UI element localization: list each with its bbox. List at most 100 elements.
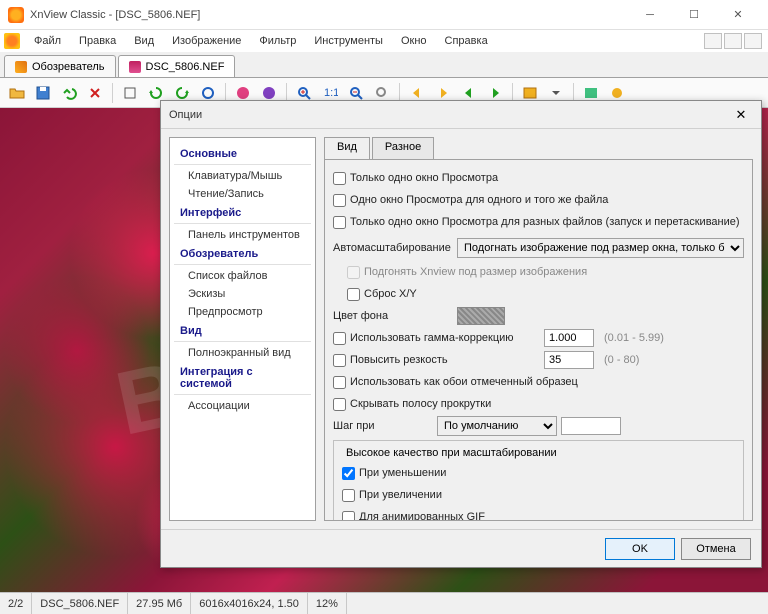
svg-text:1:1: 1:1	[324, 87, 338, 99]
chk-one-view-same[interactable]	[333, 194, 346, 207]
cat-preview[interactable]: Предпросмотр	[174, 303, 311, 321]
cancel-button[interactable]: Отмена	[681, 538, 751, 560]
minimize-button[interactable]: ─	[628, 1, 672, 29]
status-size: 27.95 Мб	[128, 593, 191, 614]
cat-filelist[interactable]: Список файлов	[174, 267, 311, 285]
menu-edit[interactable]: Правка	[71, 32, 124, 50]
mdi-restore-icon[interactable]	[724, 33, 742, 49]
chk-single-view[interactable]	[333, 172, 346, 185]
lbl-hq-down: При уменьшении	[359, 467, 446, 479]
tabbar: Обозреватель DSC_5806.NEF	[0, 52, 768, 78]
dialog-tabs: Вид Разное	[324, 137, 753, 159]
tab-misc[interactable]: Разное	[372, 137, 434, 159]
tab-file[interactable]: DSC_5806.NEF	[118, 55, 236, 77]
titlebar: XnView Classic - [DSC_5806.NEF] ─ ☐ ✕	[0, 0, 768, 30]
statusbar: 2/2 DSC_5806.NEF 27.95 Мб 6016x4016x24, …	[0, 592, 768, 614]
tab-browser[interactable]: Обозреватель	[4, 55, 116, 77]
lbl-autoscale: Автомасштабирование	[333, 242, 453, 254]
browser-icon	[15, 61, 27, 73]
cat-interface[interactable]: Интерфейс	[174, 203, 311, 224]
chk-hq-down[interactable]	[342, 467, 355, 480]
menubar: Файл Правка Вид Изображение Фильтр Инстр…	[0, 30, 768, 52]
chk-wallpaper[interactable]	[333, 376, 346, 389]
chk-hq-up[interactable]	[342, 489, 355, 502]
lbl-hq-gif: Для анимированных GIF	[359, 511, 485, 521]
ok-button[interactable]: OK	[605, 538, 675, 560]
category-list: Основные Клавиатура/Мышь Чтение/Запись И…	[169, 137, 316, 521]
hint-gamma: (0.01 - 5.99)	[604, 332, 664, 344]
close-button[interactable]: ✕	[716, 1, 760, 29]
menu-view[interactable]: Вид	[126, 32, 162, 50]
lbl-wallpaper: Использовать как обои отмеченный образец	[350, 376, 578, 388]
menu-file[interactable]: Файл	[26, 32, 69, 50]
maximize-button[interactable]: ☐	[672, 1, 716, 29]
mdi-close-icon[interactable]	[744, 33, 762, 49]
app-icon	[8, 7, 24, 23]
chk-single-view-diff[interactable]	[333, 216, 346, 229]
chk-hide-scroll[interactable]	[333, 398, 346, 411]
cat-main[interactable]: Основные	[174, 144, 311, 165]
options-pane: Только одно окно Просмотра Одно окно Про…	[324, 159, 753, 521]
sel-autoscale[interactable]: Подогнать изображение под размер окна, т…	[457, 238, 744, 258]
hq-fieldset: Высокое качество при масштабировании При…	[333, 440, 744, 521]
mdi-min-icon[interactable]	[704, 33, 722, 49]
lbl-gamma: Использовать гамма-коррекцию	[350, 332, 540, 344]
lbl-hide-scroll: Скрывать полосу прокрутки	[350, 398, 491, 410]
cat-kbmouse[interactable]: Клавиатура/Мышь	[174, 167, 311, 185]
tab-view[interactable]: Вид	[324, 137, 370, 160]
bg-color-swatch[interactable]	[457, 307, 505, 325]
cat-assoc[interactable]: Ассоциации	[174, 397, 311, 415]
sel-step[interactable]: По умолчанию	[437, 416, 557, 436]
lbl-step: Шаг при	[333, 420, 433, 432]
save-icon[interactable]	[32, 82, 54, 104]
status-dim: 6016x4016x24, 1.50	[191, 593, 308, 614]
image-icon	[129, 61, 141, 73]
cat-browser[interactable]: Обозреватель	[174, 244, 311, 265]
chk-sharpen[interactable]	[333, 354, 346, 367]
cat-integration[interactable]: Интеграция с системой	[174, 362, 311, 395]
lbl-reset-xy: Сброс X/Y	[364, 288, 417, 300]
lbl-sharpen: Повысить резкость	[350, 354, 540, 366]
menu-window[interactable]: Окно	[393, 32, 435, 50]
status-pos: 2/2	[0, 593, 32, 614]
menu-image[interactable]: Изображение	[164, 32, 249, 50]
crop-icon[interactable]	[119, 82, 141, 104]
chk-hq-gif[interactable]	[342, 511, 355, 522]
cat-thumbs[interactable]: Эскизы	[174, 285, 311, 303]
chk-gamma[interactable]	[333, 332, 346, 345]
chk-reset-xy[interactable]	[347, 288, 360, 301]
tab-browser-label: Обозреватель	[32, 61, 105, 73]
inp-gamma[interactable]	[544, 329, 594, 347]
inp-step[interactable]	[561, 417, 621, 435]
status-file: DSC_5806.NEF	[32, 593, 128, 614]
delete-icon[interactable]	[84, 82, 106, 104]
cat-toolbar[interactable]: Панель инструментов	[174, 226, 311, 244]
dialog-title: Опции	[169, 109, 729, 121]
options-dialog: Опции ✕ Основные Клавиатура/Мышь Чтение/…	[160, 100, 762, 568]
lbl-hq-up: При увеличении	[359, 489, 442, 501]
open-icon[interactable]	[6, 82, 28, 104]
lbl-one-view-same: Одно окно Просмотра для одного и того же…	[350, 194, 608, 206]
chk-fit-xnview	[347, 266, 360, 279]
status-zoom: 12%	[308, 593, 347, 614]
inp-sharpen[interactable]	[544, 351, 594, 369]
hq-legend: Высокое качество при масштабировании	[342, 447, 561, 459]
dialog-titlebar: Опции ✕	[161, 101, 761, 129]
lbl-single-view-diff: Только одно окно Просмотра для разных фа…	[350, 216, 740, 228]
dialog-close-button[interactable]: ✕	[729, 105, 753, 125]
lbl-bg-color: Цвет фона	[333, 310, 453, 322]
menu-tools[interactable]: Инструменты	[306, 32, 391, 50]
window-title: XnView Classic - [DSC_5806.NEF]	[30, 9, 628, 21]
cat-readwrite[interactable]: Чтение/Запись	[174, 185, 311, 203]
menu-filter[interactable]: Фильтр	[251, 32, 304, 50]
tab-file-label: DSC_5806.NEF	[146, 61, 225, 73]
lbl-fit-xnview: Подгонять Xnview под размер изображения	[364, 266, 587, 278]
cat-view[interactable]: Вид	[174, 321, 311, 342]
hint-sharpen: (0 - 80)	[604, 354, 639, 366]
undo-icon[interactable]	[58, 82, 80, 104]
cat-fullscreen[interactable]: Полноэкранный вид	[174, 344, 311, 362]
lbl-single-view: Только одно окно Просмотра	[350, 172, 498, 184]
app-small-icon	[4, 33, 20, 49]
menu-help[interactable]: Справка	[437, 32, 496, 50]
dialog-footer: OK Отмена	[161, 529, 761, 567]
